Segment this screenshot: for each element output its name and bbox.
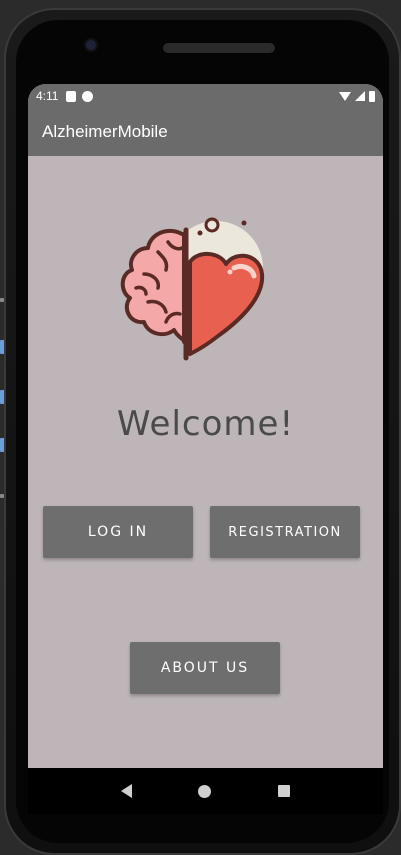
status-icons [339, 90, 375, 102]
status-bar: 4:11 [28, 84, 383, 108]
status-time: 4:11 [36, 89, 59, 103]
sync-icon [82, 90, 94, 102]
wifi-icon [339, 91, 351, 101]
back-icon[interactable] [121, 784, 133, 798]
home-icon[interactable] [198, 784, 212, 798]
login-button[interactable]: LOG IN [43, 506, 193, 558]
navigation-bar [28, 768, 383, 814]
front-camera [86, 40, 96, 50]
recents-icon[interactable] [277, 785, 290, 797]
brain-icon [120, 228, 187, 344]
welcome-heading: Welcome! [116, 404, 295, 444]
about-us-button[interactable]: ABOUT US [130, 642, 280, 694]
battery-icon [369, 90, 375, 102]
sd-card-icon [66, 90, 77, 102]
app-title: AlzheimerMobile [42, 122, 168, 141]
app-screen: 4:11 AlzheimerMobile Welcome! LOG IN REG… [28, 84, 383, 814]
earpiece-speaker [163, 43, 275, 53]
logo-bubble-small [197, 230, 203, 236]
brain-heart-logo [120, 217, 265, 361]
registration-button[interactable]: REGISTRATION [210, 506, 360, 558]
heart-icon [188, 252, 265, 356]
app-bar: AlzheimerMobile [28, 108, 383, 156]
logo-bubble-dot [241, 220, 247, 226]
signal-icon [355, 91, 365, 101]
